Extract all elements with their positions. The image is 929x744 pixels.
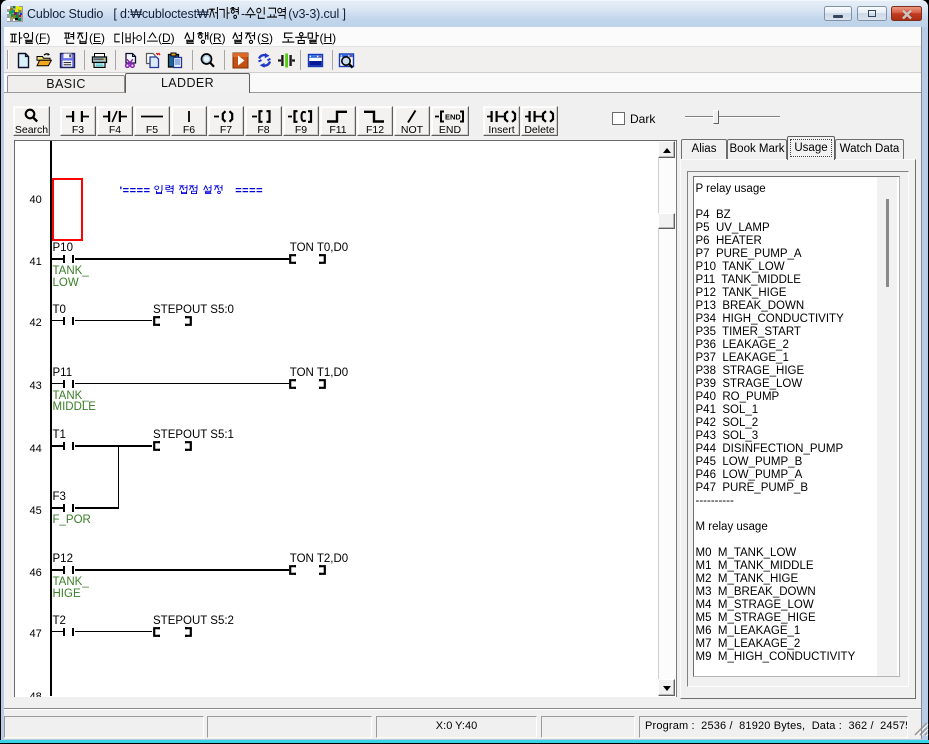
svg-text:END: END — [445, 113, 461, 122]
